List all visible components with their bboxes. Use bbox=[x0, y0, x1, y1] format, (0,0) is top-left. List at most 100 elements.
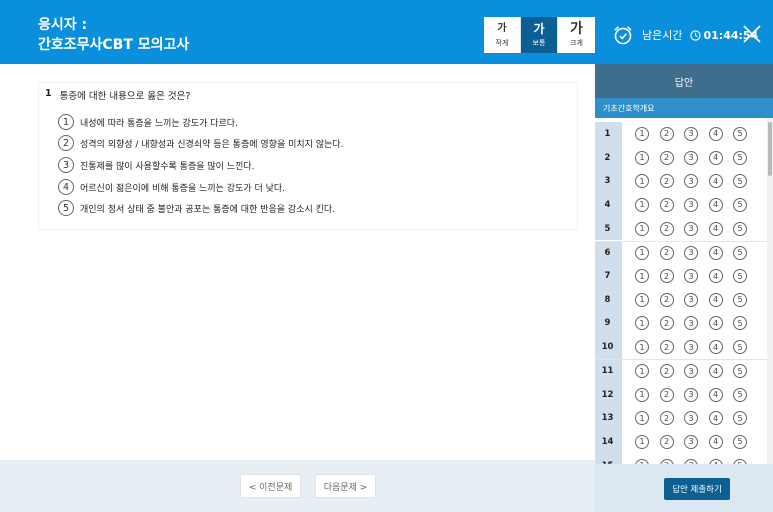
answer-bubble-2[interactable]: 2 bbox=[659, 150, 674, 165]
option-5[interactable]: 5 개인의 정서 상태 중 불안과 공포는 통증에 대한 반응을 감소시 킨다. bbox=[58, 199, 335, 217]
answer-bubble-5[interactable]: 5 bbox=[733, 197, 747, 212]
answer-bubble-3[interactable]: 3 bbox=[684, 269, 698, 284]
answer-bubble-3[interactable]: 3 bbox=[684, 364, 698, 379]
answer-row-number: 1 bbox=[595, 122, 622, 146]
answer-bubble-4[interactable]: 4 bbox=[708, 174, 723, 189]
answer-row-number: 4 bbox=[595, 193, 622, 217]
answer-bubble-1[interactable]: 1 bbox=[635, 150, 649, 165]
answer-bubble-5[interactable]: 5 bbox=[733, 434, 747, 449]
answer-row: 712345 bbox=[595, 264, 767, 288]
answer-bubble-2[interactable]: 2 bbox=[659, 197, 674, 212]
answer-bubble-5[interactable]: 5 bbox=[733, 292, 747, 307]
answer-bubble-2[interactable]: 2 bbox=[659, 245, 674, 260]
answer-bubble-1[interactable]: 1 bbox=[635, 411, 649, 426]
answer-bubble-5[interactable]: 5 bbox=[733, 126, 747, 141]
answer-bubble-3[interactable]: 3 bbox=[684, 316, 698, 331]
answer-bubble-2[interactable]: 2 bbox=[659, 387, 674, 402]
answer-choices: 12345 bbox=[635, 197, 758, 212]
answer-bubble-3[interactable]: 3 bbox=[684, 245, 698, 260]
answer-bubble-1[interactable]: 1 bbox=[635, 458, 649, 464]
answer-bubble-1[interactable]: 1 bbox=[635, 316, 649, 331]
answer-bubble-2[interactable]: 2 bbox=[659, 411, 674, 426]
answer-bubble-2[interactable]: 2 bbox=[659, 364, 674, 379]
answer-bubble-4[interactable]: 4 bbox=[708, 221, 723, 236]
answer-bubble-4[interactable]: 4 bbox=[708, 411, 723, 426]
answer-bubble-5[interactable]: 5 bbox=[733, 221, 747, 236]
answer-bubble-4[interactable]: 4 bbox=[708, 364, 723, 379]
answer-bubble-1[interactable]: 1 bbox=[635, 434, 649, 449]
answer-bubble-5[interactable]: 5 bbox=[733, 316, 747, 331]
answer-bubble-5[interactable]: 5 bbox=[733, 269, 747, 284]
answer-bubble-4[interactable]: 4 bbox=[708, 458, 723, 464]
answer-bubble-3[interactable]: 3 bbox=[684, 340, 698, 355]
answer-row: 412345 bbox=[595, 193, 767, 217]
answer-bubble-1[interactable]: 1 bbox=[635, 197, 649, 212]
answer-bubble-3[interactable]: 3 bbox=[684, 126, 698, 141]
answer-bubble-5[interactable]: 5 bbox=[733, 245, 747, 260]
close-icon[interactable] bbox=[743, 25, 761, 43]
answer-bubble-1[interactable]: 1 bbox=[635, 340, 649, 355]
answer-bubble-5[interactable]: 5 bbox=[733, 340, 747, 355]
answer-bubble-1[interactable]: 1 bbox=[635, 269, 649, 284]
answer-bubble-2[interactable]: 2 bbox=[659, 340, 674, 355]
scroll-thumb[interactable] bbox=[768, 122, 772, 176]
answer-bubble-1[interactable]: 1 bbox=[635, 245, 649, 260]
answer-row: 14 1 2 3 4 5 bbox=[595, 430, 767, 454]
answer-bubble-5[interactable]: 5 bbox=[733, 411, 747, 426]
answer-bubble-5[interactable]: 5 bbox=[733, 458, 747, 464]
submit-answers-button[interactable]: 답안 제출하기 bbox=[664, 478, 730, 500]
answer-bubble-3[interactable]: 3 bbox=[684, 150, 698, 165]
answer-bubble-1[interactable]: 1 bbox=[635, 174, 649, 189]
answer-bubble-1[interactable]: 1 bbox=[635, 126, 649, 141]
font-size-small-button[interactable]: 가 작게 bbox=[484, 17, 521, 53]
option-3[interactable]: 3 진통제를 많이 사용할수록 통증을 많이 느낀다. bbox=[58, 156, 255, 174]
answer-bubble-5[interactable]: 5 bbox=[733, 150, 747, 165]
answer-bubble-4[interactable]: 4 bbox=[708, 269, 723, 284]
answer-bubble-2[interactable]: 2 bbox=[659, 458, 674, 464]
option-1[interactable]: 1 내성에 따라 통증을 느끼는 강도가 다르다. bbox=[58, 113, 238, 131]
answer-bubble-3[interactable]: 3 bbox=[684, 458, 698, 464]
font-size-large-button[interactable]: 가 크게 bbox=[558, 17, 595, 53]
prev-question-button[interactable]: < 이전문제 bbox=[240, 474, 301, 498]
answer-bubble-4[interactable]: 4 bbox=[708, 126, 723, 141]
option-4[interactable]: 4 어르신이 젊은이에 비해 통증을 느끼는 강도가 더 낮다. bbox=[58, 178, 285, 196]
answer-bubble-2[interactable]: 2 bbox=[659, 316, 674, 331]
font-size-medium-button[interactable]: 가 보통 bbox=[521, 17, 558, 53]
answer-bubble-5[interactable]: 5 bbox=[733, 364, 747, 379]
answer-bubble-5[interactable]: 5 bbox=[733, 174, 747, 189]
answer-bubble-4[interactable]: 4 bbox=[708, 197, 723, 212]
answer-bubble-3[interactable]: 3 bbox=[684, 292, 698, 307]
answer-row-number: 12 bbox=[595, 382, 622, 407]
answer-bubble-3[interactable]: 3 bbox=[684, 434, 698, 449]
answer-bubble-3[interactable]: 3 bbox=[684, 197, 698, 212]
next-question-button[interactable]: 다음문제 > bbox=[315, 474, 376, 498]
answer-bubble-3[interactable]: 3 bbox=[684, 174, 698, 189]
answer-bubble-4[interactable]: 4 bbox=[708, 316, 723, 331]
answer-row-number: 8 bbox=[595, 287, 622, 312]
answer-bubble-4[interactable]: 4 bbox=[708, 340, 723, 355]
answer-bubble-2[interactable]: 2 bbox=[659, 434, 674, 449]
answer-bubble-3[interactable]: 3 bbox=[684, 411, 698, 426]
answer-bubble-1[interactable]: 1 bbox=[635, 364, 649, 379]
answer-bubble-3[interactable]: 3 bbox=[684, 221, 698, 236]
answer-scrollbar[interactable] bbox=[767, 118, 773, 464]
answer-bubble-4[interactable]: 4 bbox=[708, 150, 723, 165]
answer-bubble-5[interactable]: 5 bbox=[733, 387, 747, 402]
answer-bubble-4[interactable]: 4 bbox=[708, 434, 723, 449]
answer-bubble-1[interactable]: 1 bbox=[635, 221, 649, 236]
option-2[interactable]: 2 성격의 외향성 / 내향성과 신경쇠약 등은 통증에 영향을 미치지 않는다… bbox=[58, 134, 343, 152]
answer-bubble-3[interactable]: 3 bbox=[684, 387, 698, 402]
answer-bubble-4[interactable]: 4 bbox=[708, 292, 723, 307]
answer-bubble-2[interactable]: 2 bbox=[659, 269, 674, 284]
option-number: 1 bbox=[58, 114, 74, 130]
answer-bubble-2[interactable]: 2 bbox=[659, 174, 674, 189]
answer-bubble-4[interactable]: 4 bbox=[708, 387, 723, 402]
subject-label: 기초간호학개요 bbox=[595, 98, 773, 118]
answer-bubble-2[interactable]: 2 bbox=[659, 292, 674, 307]
answer-row-number: 14 bbox=[595, 430, 622, 454]
answer-bubble-2[interactable]: 2 bbox=[659, 221, 674, 236]
answer-bubble-2[interactable]: 2 bbox=[659, 126, 674, 141]
answer-bubble-1[interactable]: 1 bbox=[635, 387, 649, 402]
answer-bubble-1[interactable]: 1 bbox=[635, 292, 649, 307]
answer-bubble-4[interactable]: 4 bbox=[708, 245, 723, 260]
